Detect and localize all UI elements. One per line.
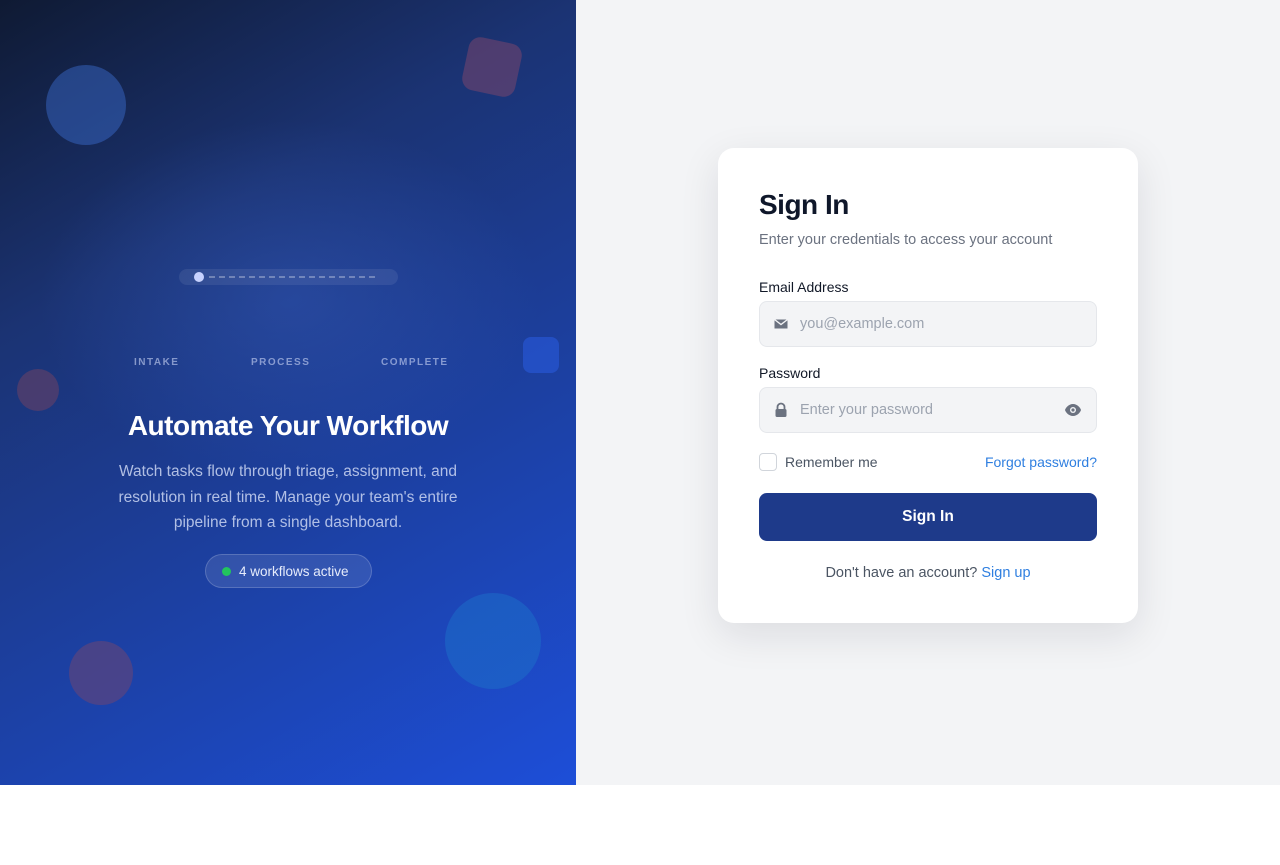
email-input[interactable] <box>800 302 1050 346</box>
hero-title: Automate Your Workflow <box>127 410 449 441</box>
signup-prompt-row: Don't have an account? Sign up <box>718 565 1138 581</box>
form-subtitle: Enter your credentials to access your ac… <box>759 232 1053 248</box>
decorative-circle <box>17 369 59 411</box>
sign-up-link[interactable]: Sign up <box>981 565 1030 581</box>
signup-prompt-text: Don't have an account? <box>825 565 982 581</box>
decorative-circle <box>445 593 541 689</box>
decorative-circle <box>69 641 133 705</box>
password-input[interactable] <box>800 388 1050 432</box>
envelope-icon <box>774 318 788 329</box>
forgot-password-link[interactable]: Forgot password? <box>985 454 1097 470</box>
toggle-password-visibility-button[interactable] <box>1062 400 1084 420</box>
email-field-wrapper <box>759 301 1097 347</box>
status-dot-icon <box>222 566 231 576</box>
password-label: Password <box>759 365 821 381</box>
pipeline-dashes <box>209 276 375 278</box>
app-root: INTAKE PROCESS COMPLETE Automate Your Wo… <box>0 0 1280 785</box>
hero-description: Watch tasks flow through triage, assignm… <box>118 463 458 531</box>
eye-icon <box>1065 404 1081 416</box>
decorative-square <box>459 34 525 100</box>
pipeline-token <box>194 272 204 282</box>
form-panel: Sign In Enter your credentials to access… <box>576 0 1280 785</box>
sign-in-button[interactable]: Sign In <box>759 493 1097 541</box>
stage-label-intake: INTAKE <box>134 357 180 368</box>
form-title: Sign In <box>759 189 849 220</box>
sign-in-card: Sign In Enter your credentials to access… <box>718 148 1138 623</box>
stage-label-process: PROCESS <box>251 357 311 368</box>
decorative-square <box>523 337 559 373</box>
remember-me-row: Remember me <box>759 453 878 471</box>
hero-panel: INTAKE PROCESS COMPLETE Automate Your Wo… <box>0 0 576 785</box>
lock-icon <box>775 402 787 417</box>
remember-me-label[interactable]: Remember me <box>785 454 878 470</box>
password-field-wrapper <box>759 387 1097 433</box>
pipeline-track <box>179 269 398 285</box>
decorative-circle <box>46 65 126 145</box>
workflow-status-text: 4 workflows active <box>239 563 349 579</box>
stage-label-complete: COMPLETE <box>381 357 449 368</box>
email-label: Email Address <box>759 279 849 295</box>
remember-me-checkbox[interactable] <box>759 453 777 471</box>
workflow-status-badge: 4 workflows active <box>205 554 372 588</box>
